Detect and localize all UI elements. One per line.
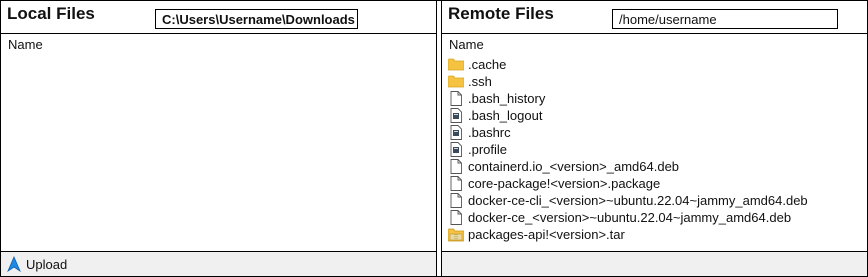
file-icon — [448, 193, 464, 208]
script-file-icon — [448, 108, 464, 123]
list-item[interactable]: .bashrc — [448, 124, 867, 141]
file-icon — [448, 176, 464, 191]
file-transfer-window: Local Files C:\Users\Username\Downloads … — [0, 0, 868, 277]
local-footer: Upload — [1, 251, 436, 276]
upload-button[interactable]: Upload — [7, 255, 67, 273]
file-icon — [448, 210, 464, 225]
file-name: containerd.io_<version>_amd64.deb — [468, 159, 680, 174]
file-icon — [448, 159, 464, 174]
script-file-icon — [448, 142, 464, 157]
script-file-icon — [448, 125, 464, 140]
remote-path-field[interactable]: /home/username — [612, 9, 838, 29]
list-item[interactable]: .cache — [448, 56, 867, 73]
remote-file-list: .cache .ssh .bash_history .bash_logout .… — [448, 56, 867, 243]
list-item[interactable]: .profile — [448, 141, 867, 158]
upload-button-label: Upload — [26, 256, 68, 272]
list-item[interactable]: core-package!<version>.package — [448, 175, 867, 192]
file-name: .bashrc — [468, 125, 511, 140]
list-item[interactable]: containerd.io_<version>_amd64.deb — [448, 158, 867, 175]
local-files-header: Local Files C:\Users\Username\Downloads — [1, 1, 436, 34]
list-item[interactable]: .ssh — [448, 73, 867, 90]
file-name: .bash_logout — [468, 108, 543, 123]
local-files-panel: Local Files C:\Users\Username\Downloads … — [1, 1, 437, 276]
file-name: docker-ce-cli_<version>~ubuntu.22.04~jam… — [468, 193, 808, 208]
list-item[interactable]: docker-ce-cli_<version>~ubuntu.22.04~jam… — [448, 192, 867, 209]
upload-arrow-icon — [7, 256, 21, 272]
file-name: .profile — [468, 142, 508, 157]
remote-files-header: Remote Files /home/username — [442, 1, 867, 34]
file-name: .cache — [468, 57, 507, 72]
folder-icon — [448, 57, 464, 72]
remote-files-title: Remote Files — [448, 4, 554, 23]
local-name-column-header[interactable]: Name — [8, 37, 43, 53]
file-name: .bash_history — [468, 91, 546, 106]
file-icon — [448, 91, 464, 106]
file-name: docker-ce_<version>~ubuntu.22.04~jammy_a… — [468, 210, 792, 225]
local-files-title: Local Files — [7, 4, 95, 23]
local-path-field[interactable]: C:\Users\Username\Downloads — [155, 9, 358, 29]
file-name: .ssh — [468, 74, 492, 89]
list-item[interactable]: packages-api!<version>.tar — [448, 226, 867, 243]
file-name: core-package!<version>.package — [468, 176, 661, 191]
archive-icon — [448, 227, 464, 242]
file-name: packages-api!<version>.tar — [468, 227, 625, 242]
list-item[interactable]: .bash_history — [448, 90, 867, 107]
remote-footer — [442, 251, 867, 276]
list-item[interactable]: .bash_logout — [448, 107, 867, 124]
list-item[interactable]: docker-ce_<version>~ubuntu.22.04~jammy_a… — [448, 209, 867, 226]
folder-icon — [448, 74, 464, 89]
remote-name-column-header[interactable]: Name — [449, 37, 484, 53]
remote-files-panel: Remote Files /home/username Name .cache … — [441, 1, 867, 276]
